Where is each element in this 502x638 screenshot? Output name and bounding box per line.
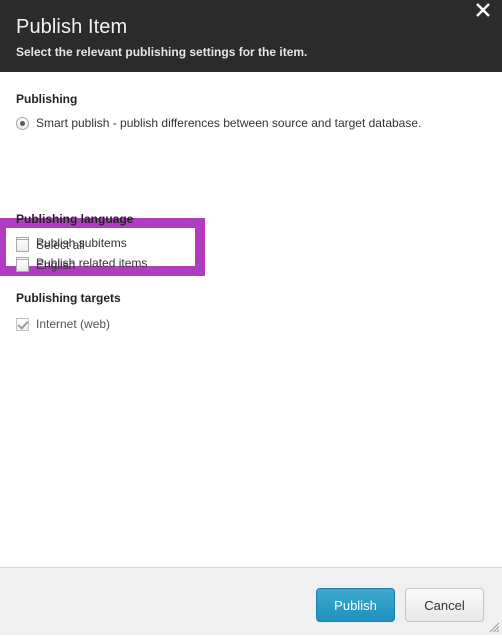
- dialog-footer: Publish Cancel: [0, 567, 502, 635]
- section-publishing: Publishing Smart publish - publish diffe…: [16, 92, 421, 133]
- checkbox-select-all[interactable]: [16, 238, 29, 252]
- option-internet-web[interactable]: Internet (web): [16, 314, 121, 334]
- option-english[interactable]: English: [16, 255, 133, 275]
- close-icon: [474, 1, 492, 19]
- section-heading-publishing: Publishing: [16, 92, 78, 106]
- page-title: Publish Item: [16, 16, 128, 38]
- option-label-select-all: Select all: [36, 238, 85, 252]
- cancel-button[interactable]: Cancel: [405, 588, 484, 622]
- section-publishing-language: Publishing language Select all English: [16, 212, 133, 275]
- checkbox-english[interactable]: [16, 258, 29, 272]
- option-label-smart-publish: Smart publish - publish differences betw…: [36, 116, 422, 130]
- dialog-body: Publishing Smart publish - publish diffe…: [0, 72, 502, 567]
- section-heading-publishing-targets: Publishing targets: [16, 291, 121, 305]
- dialog-subtitle: Select the relevant publishing settings …: [16, 45, 308, 59]
- option-select-all[interactable]: Select all: [16, 235, 133, 255]
- resize-grip-icon[interactable]: [487, 620, 500, 633]
- option-smart-publish[interactable]: Smart publish - publish differences betw…: [16, 113, 421, 133]
- publish-item-dialog: Publish Item Select the relevant publish…: [0, 0, 502, 635]
- section-heading-publishing-language: Publishing language: [16, 212, 134, 226]
- option-label-internet-web: Internet (web): [36, 317, 111, 331]
- radio-smart-publish[interactable]: [16, 116, 29, 130]
- close-button[interactable]: [470, 0, 496, 22]
- dialog-header: Publish Item Select the relevant publish…: [0, 0, 502, 72]
- checkbox-internet-web[interactable]: [16, 317, 29, 331]
- section-publishing-targets: Publishing targets Internet (web): [16, 291, 121, 334]
- option-label-english: English: [36, 258, 76, 272]
- publish-button[interactable]: Publish: [316, 588, 395, 622]
